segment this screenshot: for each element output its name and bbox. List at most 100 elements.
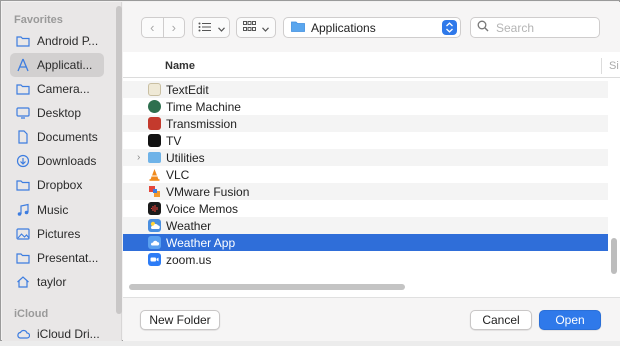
list-item-tv[interactable]: TV xyxy=(123,132,608,149)
sidebar-item-presentations[interactable]: Presentat... xyxy=(10,246,104,270)
list-item-transmission[interactable]: Transmission xyxy=(123,115,608,132)
music-icon xyxy=(16,203,30,217)
sidebar-item-documents[interactable]: Documents xyxy=(10,125,104,149)
list-item-vmware-fusion[interactable]: VMware Fusion xyxy=(123,183,608,200)
sidebar-item-dropbox[interactable]: Dropbox xyxy=(10,173,104,197)
search-input[interactable] xyxy=(494,19,594,36)
list-view-button[interactable] xyxy=(192,17,230,38)
sidebar-item-android-p[interactable]: Android P... xyxy=(10,29,104,53)
time-machine-app-icon xyxy=(148,100,161,113)
column-header: Name Si xyxy=(123,54,620,78)
new-folder-button[interactable]: New Folder xyxy=(140,310,220,330)
open-dialog: Favorites Android P... Applicati... Came… xyxy=(0,0,620,341)
list-item-label: Transmission xyxy=(166,116,237,131)
sidebar-item-desktop[interactable]: Desktop xyxy=(10,101,104,125)
toolbar: ‹ › Applications xyxy=(123,2,620,52)
desktop-icon xyxy=(16,106,30,120)
grid-view-button[interactable] xyxy=(236,17,276,38)
list-item-label: zoom.us xyxy=(166,252,212,267)
sidebar-item-label: Camera... xyxy=(37,82,90,96)
list-item-label: Weather xyxy=(166,218,212,233)
vertical-scrollbar[interactable] xyxy=(610,80,618,295)
list-item-textedit[interactable]: TextEdit xyxy=(123,81,608,98)
sidebar-item-label: Music xyxy=(37,203,69,217)
transmission-app-icon xyxy=(148,117,161,130)
open-button[interactable]: Open xyxy=(539,310,601,330)
list-item-label: TV xyxy=(166,133,182,148)
folder-icon xyxy=(16,251,30,265)
home-icon xyxy=(16,275,30,289)
weather-app-icon xyxy=(148,219,161,232)
sidebar-item-pictures[interactable]: Pictures xyxy=(10,222,104,246)
vertical-scrollbar-thumb[interactable] xyxy=(611,238,617,274)
sidebar-item-label: Applicati... xyxy=(37,58,93,72)
column-header-size[interactable]: Si xyxy=(609,60,619,72)
chevron-down-icon xyxy=(262,21,269,35)
location-popup[interactable]: Applications xyxy=(283,17,461,38)
disclosure-chevron-icon[interactable]: › xyxy=(137,152,140,163)
column-divider[interactable] xyxy=(601,58,602,74)
column-header-name[interactable]: Name xyxy=(165,60,195,72)
sidebar-section-icloud: iCloud xyxy=(14,308,49,320)
document-icon xyxy=(16,130,30,144)
list-item-utilities[interactable]: › Utilities xyxy=(123,149,608,166)
search-icon xyxy=(477,20,489,35)
sidebar-item-label: taylor xyxy=(37,275,67,289)
back-button[interactable]: ‹ xyxy=(142,18,163,37)
sidebar-item-taylor[interactable]: taylor xyxy=(10,270,104,294)
sidebar-item-label: Presentat... xyxy=(37,251,99,265)
folder-icon xyxy=(291,21,305,35)
tv-app-icon xyxy=(148,134,161,147)
list-item-label: VMware Fusion xyxy=(166,184,250,199)
folder-icon xyxy=(148,152,161,163)
list-item-vlc[interactable]: VLC xyxy=(123,166,608,183)
sidebar-item-downloads[interactable]: Downloads xyxy=(10,149,104,173)
applications-icon xyxy=(16,58,30,72)
nav-button-group: ‹ › xyxy=(141,17,185,38)
sidebar-item-label: iCloud Dri... xyxy=(37,327,100,341)
list-view-icon xyxy=(198,21,212,35)
sidebar-item-icloud-drive[interactable]: iCloud Dri... xyxy=(10,322,104,346)
vlc-cone-icon xyxy=(148,168,161,181)
list-item-voice-memos[interactable]: Voice Memos xyxy=(123,200,608,217)
chevron-right-icon: › xyxy=(171,20,176,35)
forward-button[interactable]: › xyxy=(162,18,185,37)
sidebar-section-favorites: Favorites xyxy=(14,14,63,26)
sidebar-item-label: Dropbox xyxy=(37,178,83,192)
sidebar-item-label: Android P... xyxy=(37,34,99,48)
list-item-label: VLC xyxy=(166,167,190,182)
list-item-label: TextEdit xyxy=(166,82,209,97)
weather-app-icon xyxy=(148,236,161,249)
textedit-app-icon xyxy=(148,83,161,96)
folder-icon xyxy=(16,178,30,192)
list-item-zoom[interactable]: zoom.us xyxy=(123,251,608,268)
list-item-weather-app[interactable]: Weather App xyxy=(123,234,608,251)
cloud-icon xyxy=(16,327,30,341)
zoom-app-icon xyxy=(148,253,161,266)
folder-icon xyxy=(16,82,30,96)
chevron-left-icon: ‹ xyxy=(150,20,155,35)
list-item-weather[interactable]: Weather xyxy=(123,217,608,234)
sidebar-item-label: Downloads xyxy=(37,154,97,168)
sidebar-scrollbar[interactable] xyxy=(116,6,122,314)
search-field[interactable] xyxy=(470,17,600,38)
cancel-button[interactable]: Cancel xyxy=(470,310,532,330)
grid-view-icon xyxy=(243,20,256,35)
folder-icon xyxy=(16,34,30,48)
up-down-chevron-icon xyxy=(442,20,457,35)
bottom-bar: New Folder Cancel Open xyxy=(123,297,620,341)
sidebar-item-music[interactable]: Music xyxy=(10,198,104,222)
sidebar: Favorites Android P... Applicati... Came… xyxy=(2,2,122,341)
vmware-fusion-app-icon xyxy=(148,185,161,198)
sidebar-item-applications[interactable]: Applicati... xyxy=(10,53,104,77)
horizontal-scrollbar[interactable] xyxy=(129,284,405,290)
pictures-icon xyxy=(16,227,30,241)
list-item-label: Utilities xyxy=(166,150,205,165)
voice-memos-app-icon xyxy=(148,202,161,215)
list-item-label: Time Machine xyxy=(166,99,241,114)
sidebar-item-camera[interactable]: Camera... xyxy=(10,77,104,101)
chevron-down-icon xyxy=(217,21,225,35)
sidebar-item-label: Documents xyxy=(37,130,98,144)
download-icon xyxy=(16,154,30,168)
list-item-time-machine[interactable]: Time Machine xyxy=(123,98,608,115)
